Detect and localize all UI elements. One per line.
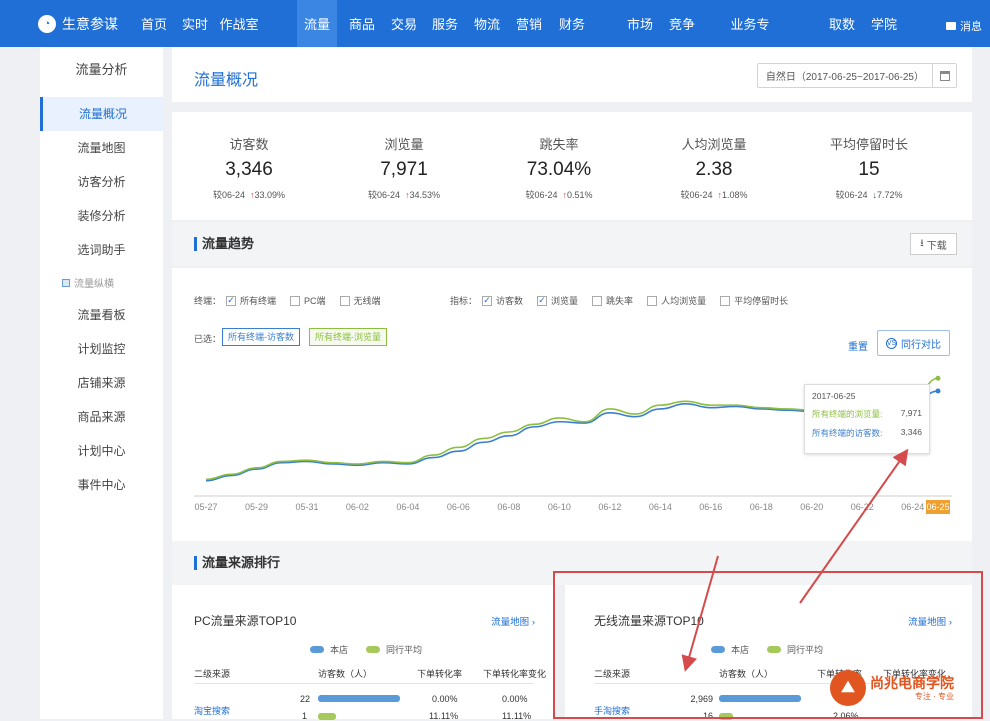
watermark-text: 尚兆电商学院: [870, 674, 954, 691]
watermark-logo: ⛰ 尚兆电商学院 专注 · 专业: [830, 670, 954, 706]
watermark-sub: 专注 · 专业: [914, 691, 954, 701]
annotation-arrows: [681, 448, 909, 672]
arrow-to-wireless: [681, 555, 719, 672]
arrow-to-tooltip: [799, 448, 909, 604]
mountain-logo-icon: ⛰: [830, 670, 866, 706]
